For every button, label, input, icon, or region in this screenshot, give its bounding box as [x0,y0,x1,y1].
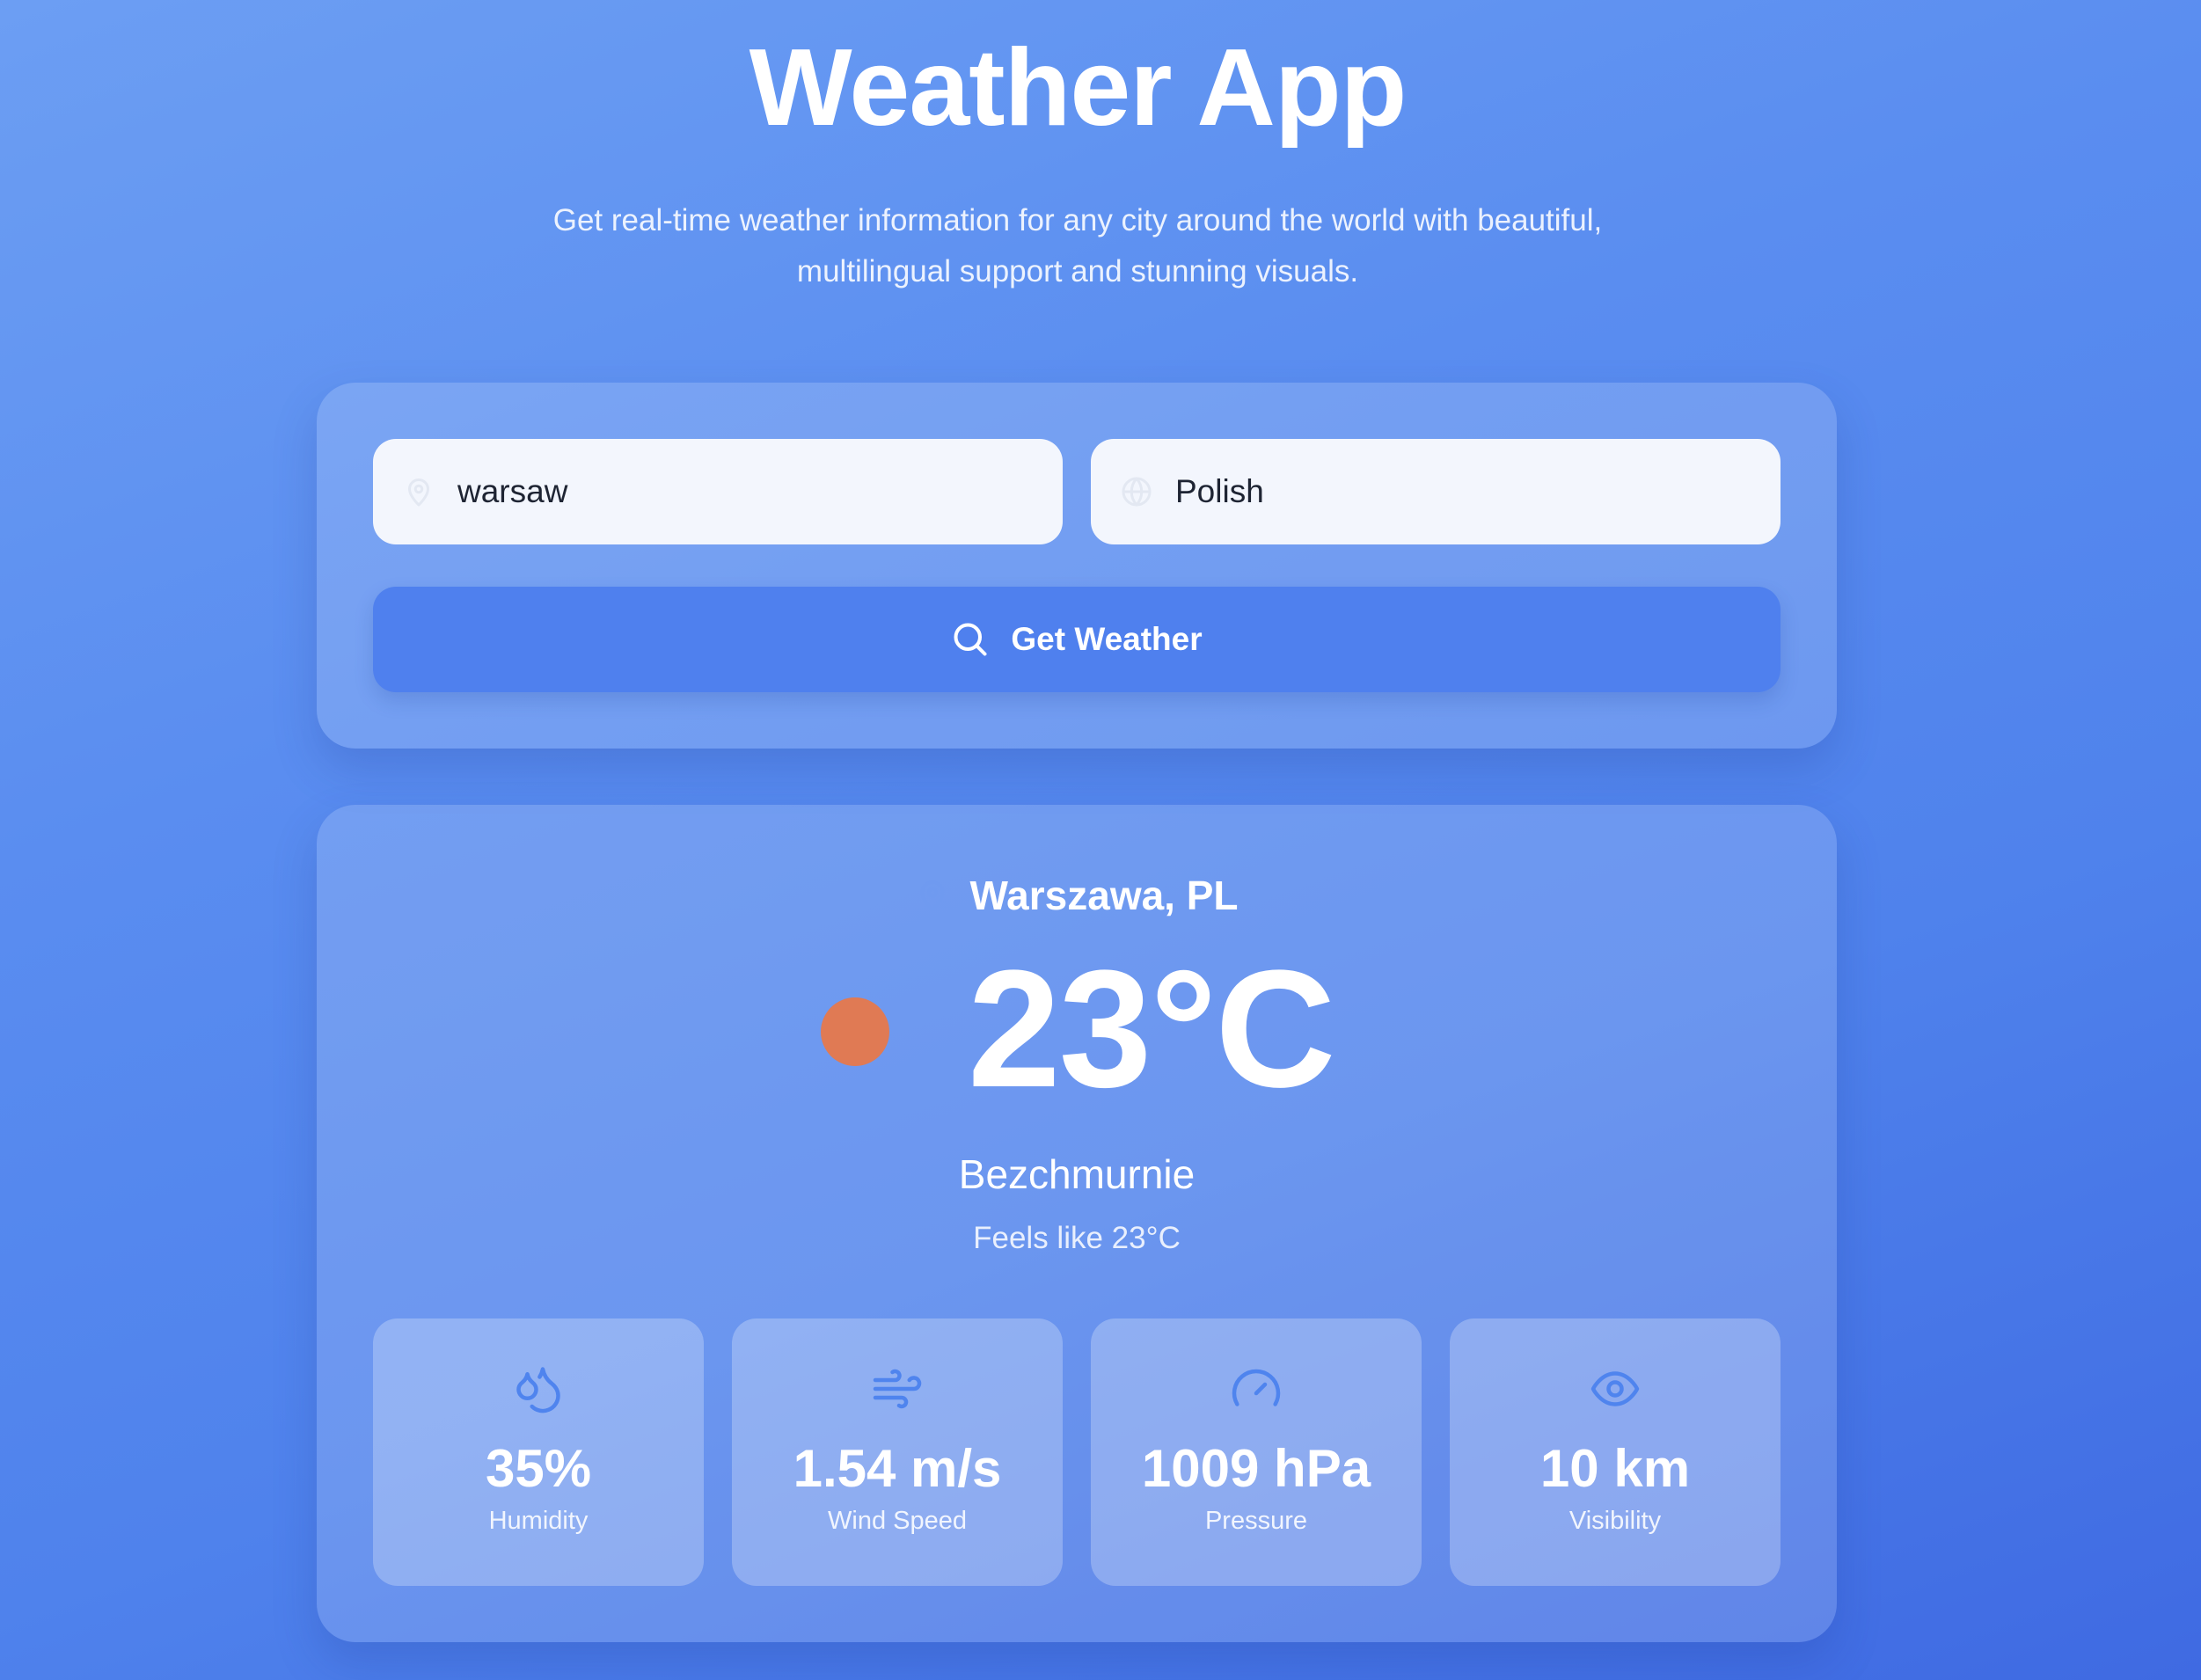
language-select[interactable]: Polish [1091,439,1781,544]
map-pin-icon [921,880,945,912]
humidity-value: 35% [485,1439,592,1498]
feels-like: Feels like 23°C [973,1221,1181,1255]
language-select-value: Polish [1175,473,1264,509]
droplets-icon [516,1367,560,1413]
location-row: Warszawa, PL [317,865,1837,926]
stat-visibility: 10 km Visibility [1450,1318,1781,1586]
city-input-value: warsaw [457,473,568,509]
eye-icon [1590,1371,1640,1406]
wind-speed-value: 1.54 m/s [793,1439,1002,1498]
location-name: Warszawa, PL [969,873,1239,918]
stat-pressure: 1009 hPa Pressure [1091,1318,1422,1586]
weather-card: Warszawa, PL 23°C Bezchmurnie Feels like… [317,805,1837,1642]
weather-description: Bezchmurnie [958,1151,1196,1197]
search-card: warsaw Polish Get Weather [317,383,1837,749]
page-title: Weather App [749,27,1408,149]
temperature-row: 23°C [317,946,1837,1113]
page-subtitle: Get real-time weather information for an… [510,195,1645,297]
wind-icon [873,1369,922,1409]
get-weather-label: Get Weather [1011,621,1203,657]
humidity-label: Humidity [488,1507,589,1535]
pressure-value: 1009 hPa [1141,1439,1371,1498]
temperature-value: 23°C [968,936,1336,1122]
globe-icon [1122,477,1152,507]
wind-speed-label: Wind Speed [828,1507,967,1535]
stat-humidity: 35% Humidity [373,1318,704,1586]
subtitle-line-1: Get real-time weather information for an… [552,203,1603,237]
stat-wind-speed: 1.54 m/s Wind Speed [732,1318,1063,1586]
subtitle-line-2: multilingual support and stunning visual… [796,254,1359,289]
visibility-label: Visibility [1568,1507,1662,1535]
visibility-value: 10 km [1539,1439,1691,1498]
gauge-icon [1232,1369,1281,1406]
search-icon [954,623,987,656]
pressure-label: Pressure [1204,1507,1308,1535]
sun-icon [821,997,889,1066]
get-weather-button[interactable]: Get Weather [373,587,1781,692]
map-pin-icon [408,478,429,507]
city-input[interactable]: warsaw [373,439,1063,544]
